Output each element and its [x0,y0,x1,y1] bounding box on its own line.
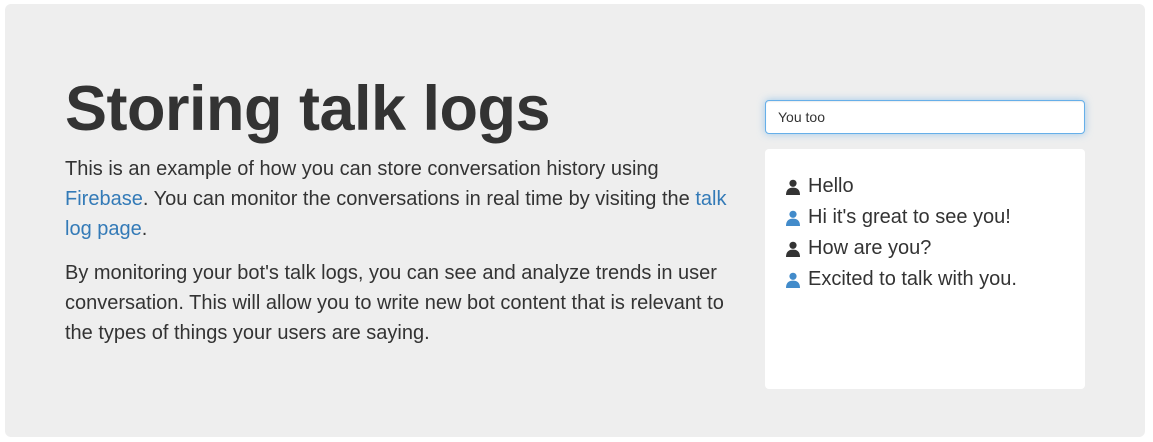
intro-text-3: . [141,218,148,240]
message-text: How are you? [808,237,932,259]
chat-section: Hello Hi it's great to see you! How are … [765,100,1085,389]
chat-message: Excited to talk with you. [785,264,1065,295]
intro-paragraph: This is an example of how you can store … [65,154,745,244]
page-title: Storing talk logs [65,74,551,144]
talk-log-panel: Hello Hi it's great to see you! How are … [765,149,1085,389]
intro-text-1: This is an example of how you can store … [65,158,659,180]
message-text: Hello [808,175,854,197]
chat-message: Hello [785,171,1065,202]
chat-message: Hi it's great to see you! [785,202,1065,233]
description-paragraph: By monitoring your bot's talk logs, you … [65,262,724,344]
user-icon [785,210,801,226]
message-text: Excited to talk with you. [808,268,1017,290]
user-icon [785,241,801,257]
intro-text-2: . You can monitor the conversations in r… [142,188,696,210]
user-icon [785,272,801,288]
jumbotron: Storing talk logs This is an example of … [5,4,1145,437]
intro-section: Storing talk logs This is an example of … [65,74,745,348]
chat-input[interactable] [765,100,1085,134]
user-icon [785,179,801,195]
firebase-link[interactable]: Firebase [65,188,143,210]
chat-message: How are you? [785,233,1065,264]
message-text: Hi it's great to see you! [808,206,1011,228]
